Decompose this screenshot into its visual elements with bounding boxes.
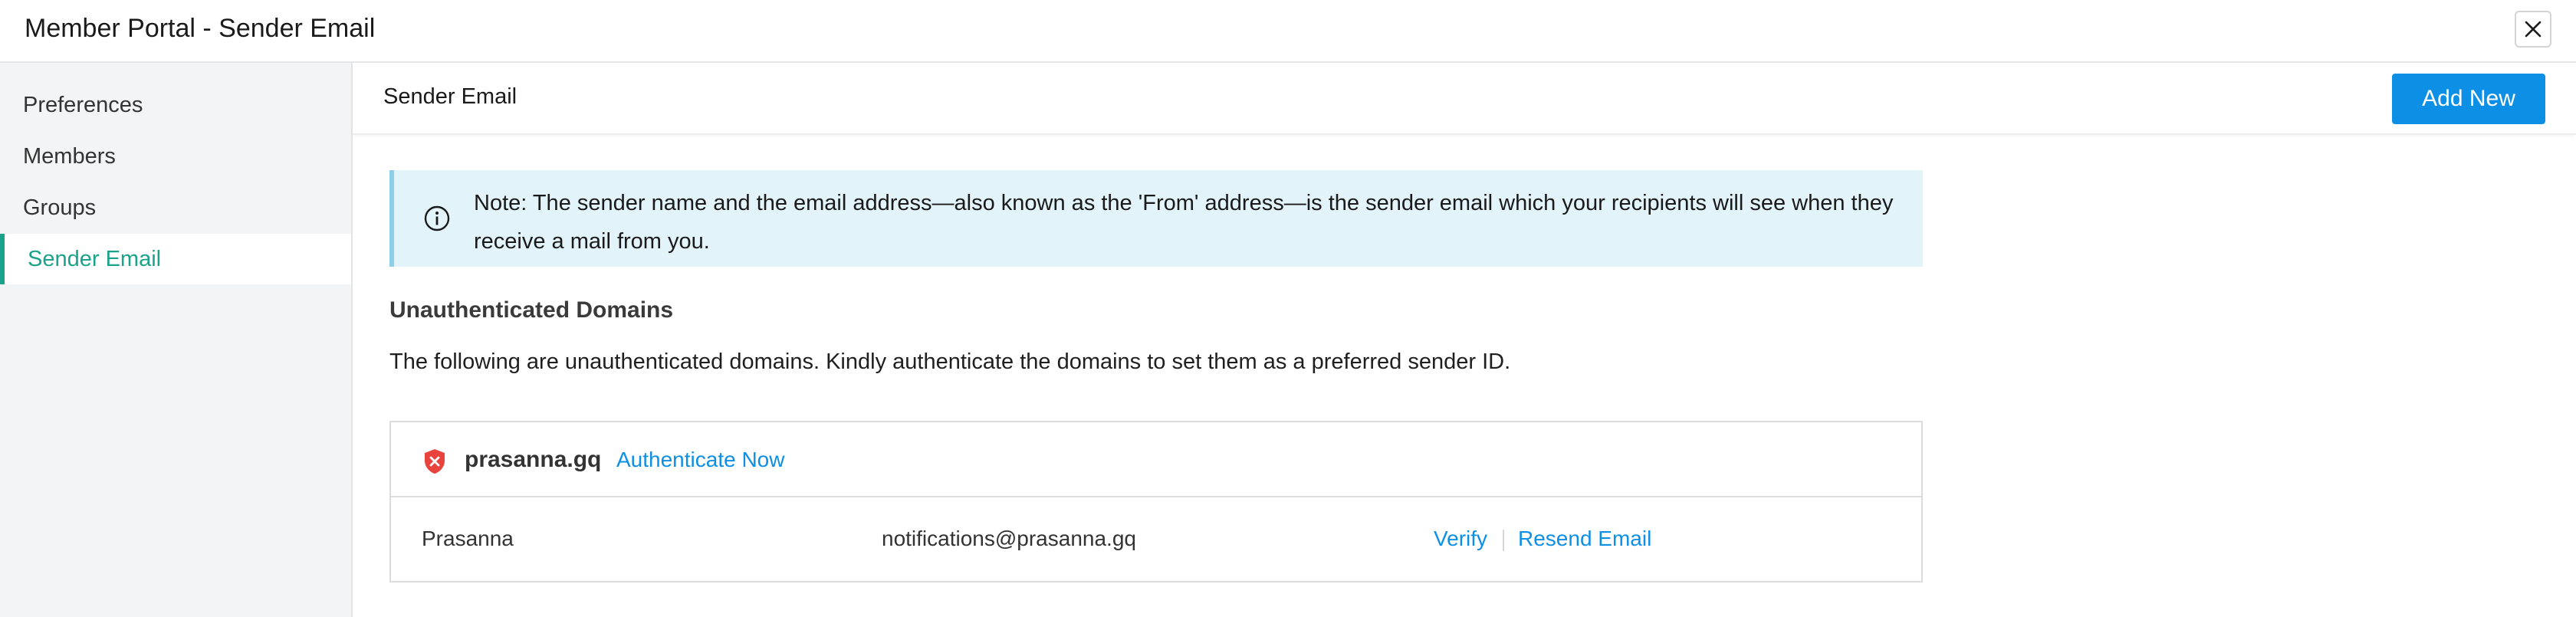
domain-header: prasanna.gq Authenticate Now	[391, 422, 1921, 497]
page-title: Sender Email	[383, 84, 518, 109]
list-item: Prasanna notifications@prasanna.gq Verif…	[391, 499, 1921, 581]
resend-email-link[interactable]: Resend Email	[1518, 527, 1651, 551]
sidebar: Preferences Members Groups Sender Email	[0, 63, 353, 617]
domain-name: prasanna.gq	[465, 447, 602, 472]
sidebar-item-groups[interactable]: Groups	[0, 182, 351, 233]
sidebar-item-label: Groups	[23, 195, 97, 220]
sidebar-item-label: Members	[23, 143, 116, 169]
sender-name: Prasanna	[422, 527, 514, 550]
authenticate-now-link[interactable]: Authenticate Now	[616, 448, 784, 472]
sidebar-item-label: Sender Email	[28, 246, 162, 271]
close-button[interactable]	[2515, 11, 2551, 48]
shield-warning-icon	[425, 449, 445, 474]
section-title: Unauthenticated Domains	[389, 297, 674, 323]
section-description: The following are unauthenticated domain…	[389, 350, 1511, 374]
sidebar-item-sender-email[interactable]: Sender Email	[0, 234, 351, 284]
link-separator	[1503, 530, 1504, 551]
add-new-button[interactable]: Add New	[2392, 74, 2545, 124]
info-note: Note: The sender name and the email addr…	[389, 170, 1923, 267]
sidebar-item-members[interactable]: Members	[0, 131, 351, 182]
sidebar-item-preferences[interactable]: Preferences	[0, 80, 351, 130]
close-icon	[2525, 21, 2542, 38]
verify-link[interactable]: Verify	[1434, 527, 1487, 551]
domain-card: prasanna.gq Authenticate Now Prasanna no…	[389, 421, 1923, 583]
note-text: Note: The sender name and the email addr…	[474, 191, 1894, 254]
window-title: Member Portal - Sender Email	[25, 14, 376, 43]
info-icon	[424, 205, 450, 231]
sidebar-item-label: Preferences	[23, 92, 143, 117]
title-bar: Member Portal - Sender Email	[0, 0, 2576, 63]
sender-email-address: notifications@prasanna.gq	[882, 527, 1136, 550]
content-header: Sender Email Add New	[353, 63, 2576, 135]
